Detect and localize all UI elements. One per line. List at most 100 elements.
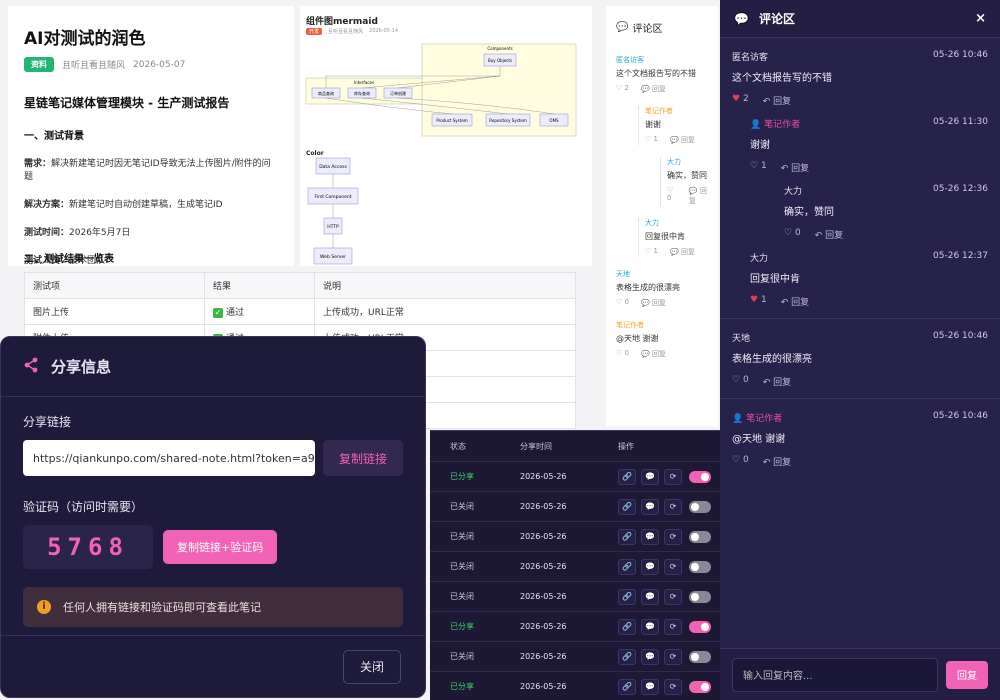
- reply-link[interactable]: 💬 回复: [670, 135, 695, 145]
- section-heading: 二、测试结果一览表: [24, 254, 114, 265]
- flow-node: First Component: [314, 194, 351, 200]
- share-toggle[interactable]: [689, 470, 711, 483]
- info-icon: i: [37, 600, 51, 614]
- like-button[interactable]: ♡ 1: [750, 161, 767, 174]
- comment-icon[interactable]: 💬: [641, 618, 659, 635]
- share-date: 2026-05-26: [520, 652, 567, 661]
- link-icon[interactable]: 🔗: [618, 618, 636, 635]
- reply-button[interactable]: ↶ 回复: [763, 455, 791, 468]
- link-icon[interactable]: 🔗: [618, 498, 636, 515]
- like-button[interactable]: ♡ 1: [645, 135, 658, 145]
- reply-input[interactable]: 输入回复内容...: [732, 657, 938, 692]
- comment-time: 05-26 10:46: [933, 331, 988, 341]
- share-toggle[interactable]: [689, 500, 711, 513]
- reply-button[interactable]: ↶ 回复: [815, 228, 843, 241]
- like-button[interactable]: ♡ 0: [667, 186, 677, 206]
- comment-text: 这个文档报告写的不错: [732, 73, 832, 84]
- component-diagram-card: 组件图mermaid 开发 且听且看且随风 2026-05-14 Compone…: [300, 6, 592, 266]
- like-button[interactable]: ♥ 2: [732, 94, 749, 107]
- status-badge: 已关闭: [450, 562, 474, 571]
- reply-link[interactable]: 💬 回复: [689, 186, 708, 206]
- refresh-icon[interactable]: ⟳: [664, 588, 682, 605]
- share-toggle[interactable]: [689, 620, 711, 633]
- share-toggle[interactable]: [689, 680, 711, 693]
- share-date: 2026-05-26: [520, 472, 567, 481]
- reply-link[interactable]: 💬 回复: [670, 247, 695, 257]
- refresh-icon[interactable]: ⟳: [664, 648, 682, 665]
- comment-icon[interactable]: 💬: [641, 468, 659, 485]
- heart-icon: ♡: [732, 455, 741, 465]
- refresh-icon[interactable]: ⟳: [664, 468, 682, 485]
- refresh-icon[interactable]: ⟳: [664, 558, 682, 575]
- comment-icon[interactable]: 💬: [641, 678, 659, 695]
- link-icon[interactable]: 🔗: [618, 648, 636, 665]
- close-icon[interactable]: ×: [975, 11, 986, 26]
- reply-icon: ↶: [780, 164, 789, 174]
- share-toggle[interactable]: [689, 650, 711, 663]
- link-icon[interactable]: 🔗: [618, 588, 636, 605]
- reply-send-button[interactable]: 回复: [946, 660, 988, 689]
- link-icon[interactable]: 🔗: [618, 558, 636, 575]
- comment-icon[interactable]: 💬: [641, 498, 659, 515]
- list-item: 笔记作者 谢谢 ♡ 1 💬 回复: [638, 106, 708, 145]
- author-name: 👤 笔记作者: [750, 120, 801, 130]
- comments-title: 评论区: [632, 24, 663, 35]
- refresh-icon[interactable]: ⟳: [664, 618, 682, 635]
- system-node: OMS: [549, 118, 559, 123]
- refresh-icon[interactable]: ⟳: [664, 528, 682, 545]
- reply-link[interactable]: 💬 回复: [641, 349, 666, 359]
- reply-link[interactable]: 💬 回复: [641, 298, 666, 308]
- list-item: 笔记作者 @天地 谢谢 ♡ 0 💬 回复: [616, 320, 708, 359]
- column-header: 操作: [618, 441, 634, 451]
- comment-icon[interactable]: 💬: [641, 588, 659, 605]
- like-button[interactable]: ♡ 0: [732, 455, 749, 468]
- divider: [720, 398, 1000, 399]
- system-node: Product System: [436, 118, 467, 123]
- comment-icon[interactable]: 💬: [641, 648, 659, 665]
- user-icon: 👤: [750, 120, 762, 130]
- heart-icon: ♡: [750, 161, 759, 171]
- link-icon[interactable]: 🔗: [618, 468, 636, 485]
- like-button[interactable]: ♡ 0: [784, 228, 801, 241]
- comment-icon[interactable]: 💬: [641, 558, 659, 575]
- table-header: 测试项: [24, 272, 205, 299]
- document-meta: 资料 且听且看且随风 2026-05-07: [24, 57, 278, 72]
- comment-time: 05-26 10:46: [933, 50, 988, 60]
- share-date: 2026-05-26: [520, 562, 567, 571]
- components-label: Components: [487, 46, 512, 51]
- reply-link[interactable]: 💬 回复: [641, 84, 666, 94]
- status-badge: 已分享: [450, 622, 474, 631]
- refresh-icon[interactable]: ⟳: [664, 498, 682, 515]
- link-icon[interactable]: 🔗: [618, 678, 636, 695]
- category-tag[interactable]: 资料: [24, 57, 54, 72]
- page-title: AI对测试的润色: [24, 29, 146, 49]
- reply-button[interactable]: ↶ 回复: [763, 375, 791, 388]
- like-button[interactable]: ♡ 0: [616, 349, 629, 359]
- comment-text: 这个文档报告写的不错: [616, 69, 696, 78]
- like-button[interactable]: ♥ 1: [750, 295, 767, 308]
- table-row: 已分享 2026-05-26 🔗 💬 ⟳: [430, 461, 720, 491]
- share-toggle[interactable]: [689, 560, 711, 573]
- like-button[interactable]: ♡ 2: [616, 84, 629, 94]
- copy-link-button[interactable]: 复制链接: [323, 440, 403, 476]
- share-toggle[interactable]: [689, 530, 711, 543]
- reply-button[interactable]: ↶ 回复: [781, 295, 809, 308]
- copy-link-and-code-button[interactable]: 复制链接+验证码: [163, 530, 278, 564]
- flow-node: Data Access: [319, 164, 347, 170]
- comment-time: 05-26 11:30: [933, 117, 988, 127]
- share-toggle[interactable]: [689, 590, 711, 603]
- close-button[interactable]: 关闭: [343, 649, 401, 684]
- link-icon[interactable]: 🔗: [618, 528, 636, 545]
- reply-button[interactable]: ↶ 回复: [763, 94, 791, 107]
- comment-time: 05-26 12:36: [933, 184, 988, 194]
- comment-item: 匿名访客 05-26 10:46 这个文档报告写的不错 ♥ 2 ↶ 回复: [732, 50, 988, 107]
- like-button[interactable]: ♡ 0: [616, 298, 629, 308]
- like-button[interactable]: ♡ 1: [645, 247, 658, 257]
- like-button[interactable]: ♡ 0: [732, 375, 749, 388]
- reply-button[interactable]: ↶ 回复: [781, 161, 809, 174]
- list-item: 匿名访客 这个文档报告写的不错 ♡ 2 💬 回复: [616, 55, 708, 94]
- comment-icon[interactable]: 💬: [641, 528, 659, 545]
- share-link-field[interactable]: https://qiankunpo.com/shared-note.html?t…: [23, 440, 315, 476]
- refresh-icon[interactable]: ⟳: [664, 678, 682, 695]
- comment-text: 表格生成的很漂亮: [616, 283, 680, 292]
